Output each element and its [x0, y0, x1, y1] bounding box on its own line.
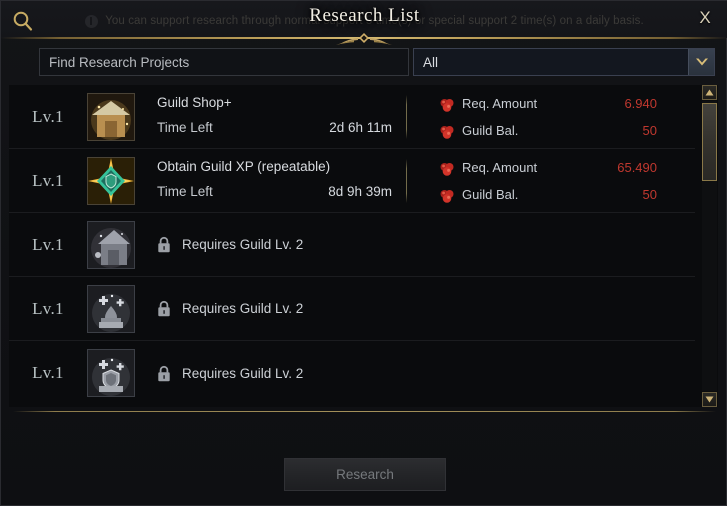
row-level: Lv.1	[32, 234, 64, 254]
search-input-wrapper[interactable]	[39, 48, 409, 76]
filter-selected-value: All	[423, 54, 439, 70]
scrollbar-thumb[interactable]	[702, 103, 717, 181]
table-row[interactable]: Lv.1 Requires Guild Lv. 2	[9, 213, 695, 277]
search-input[interactable]	[40, 49, 408, 75]
row-info: Obtain Guild XP (repeatable) Time Left 8…	[157, 157, 406, 205]
row-info: Guild Shop+ Time Left 2d 6h 11m	[157, 93, 406, 141]
guild-balance-label: Guild Bal.	[462, 186, 519, 202]
req-amount-label: Req. Amount	[462, 95, 538, 111]
locked-shield-icon	[87, 349, 135, 397]
lock-icon	[158, 300, 170, 317]
time-left-label: Time Left	[157, 183, 213, 199]
chevron-down-icon[interactable]	[688, 49, 714, 75]
row-level: Lv.1	[32, 363, 64, 382]
lock-requirement-text: Requires Guild Lv. 2	[182, 301, 304, 316]
guild-shop-icon	[87, 92, 135, 141]
research-name: Guild Shop+	[157, 94, 232, 110]
triangle-up-icon[interactable]	[702, 85, 717, 100]
research-name: Obtain Guild XP (repeatable)	[157, 158, 331, 174]
time-left-label: Time Left	[157, 119, 213, 135]
research-list-window: You can support research through normal …	[0, 0, 727, 506]
lock-icon	[158, 236, 170, 253]
research-button[interactable]: Research	[284, 458, 446, 491]
red-gem-icon	[440, 98, 454, 112]
page-title: Research List	[309, 5, 420, 26]
table-row[interactable]: Lv.1 Requires Guild Lv. 2	[9, 341, 695, 405]
list-scrollbar[interactable]	[701, 85, 718, 407]
table-row[interactable]: Lv.1 Requires Guild Lv. 2	[9, 277, 695, 341]
guild-balance-label: Guild Bal.	[462, 122, 519, 138]
table-row[interactable]: Lv.1 Guild Shop+ Time Left 2d 6h 11m Req…	[9, 85, 695, 149]
lock-icon	[158, 365, 170, 381]
red-gem-icon	[440, 125, 454, 139]
row-level: Lv.1	[32, 170, 64, 190]
row-level: Lv.1	[32, 298, 64, 318]
lock-requirement-text: Requires Guild Lv. 2	[182, 365, 304, 381]
time-left-value: 8d 9h 39m	[328, 183, 392, 199]
red-gem-icon	[440, 162, 454, 176]
row-divider	[406, 158, 407, 203]
row-locked-message: Requires Guild Lv. 2	[157, 221, 695, 269]
row-divider	[406, 94, 407, 139]
header-ornament-icon	[335, 33, 392, 45]
req-amount-value: 6.940	[624, 95, 657, 111]
footer-divider	[13, 411, 716, 412]
close-icon[interactable]: X	[692, 5, 718, 31]
row-level: Lv.1	[32, 106, 64, 126]
time-left-value: 2d 6h 11m	[329, 119, 392, 135]
req-amount-label: Req. Amount	[462, 159, 538, 175]
research-list[interactable]: Lv.1 Guild Shop+ Time Left 2d 6h 11m Req…	[9, 85, 711, 407]
req-amount-value: 65.490	[617, 159, 657, 175]
lock-requirement-text: Requires Guild Lv. 2	[182, 237, 304, 252]
row-locked-message: Requires Guild Lv. 2	[157, 349, 695, 397]
triangle-down-icon[interactable]	[702, 392, 717, 407]
locked-house-icon	[87, 220, 135, 269]
guild-balance-value: 50	[642, 186, 657, 202]
filter-dropdown[interactable]: All	[413, 48, 715, 76]
guild-balance-value: 50	[642, 122, 657, 138]
row-costs: Req. Amount 65.490 Guild Bal. 50	[425, 157, 695, 205]
row-locked-message: Requires Guild Lv. 2	[157, 285, 695, 333]
locked-potion-icon	[87, 284, 135, 333]
guild-xp-icon	[87, 156, 135, 205]
red-gem-icon	[440, 189, 454, 203]
row-costs: Req. Amount 6.940 Guild Bal. 50	[425, 93, 695, 141]
table-row[interactable]: Lv.1 Obtain Guild XP (repeatable) Time L…	[9, 149, 695, 213]
